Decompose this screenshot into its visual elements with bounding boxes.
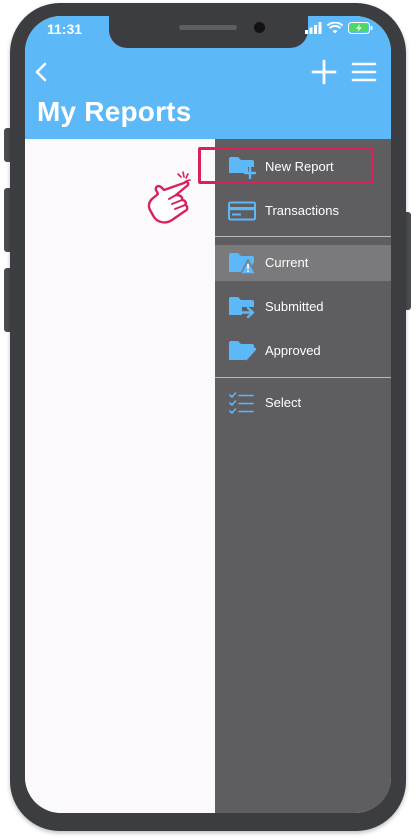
side-drawer-menu: New Report Transactions Current Submitte… — [215, 139, 391, 813]
menu-item-label: Select — [265, 395, 302, 410]
menu-item-label: Transactions — [265, 203, 339, 218]
notch — [109, 16, 308, 48]
menu-item-approved[interactable]: Approved — [215, 333, 391, 369]
app-header: 11:31 My Reports — [25, 16, 391, 139]
tutorial-highlight-box — [198, 147, 374, 184]
folder-warning-icon — [229, 253, 256, 275]
plus-icon — [311, 59, 337, 85]
chevron-left-icon — [35, 62, 47, 82]
menu-item-transactions[interactable]: Transactions — [215, 193, 391, 229]
menu-item-current[interactable]: Current — [215, 245, 391, 281]
hamburger-menu-icon — [351, 62, 377, 82]
reports-content-area[interactable] — [25, 139, 215, 813]
wifi-icon — [327, 22, 343, 34]
page-title: My Reports — [37, 96, 192, 127]
folder-arrow-icon — [229, 297, 255, 319]
stage: 11:31 My Reports New Report Transactions… — [0, 0, 416, 839]
front-camera — [254, 22, 265, 33]
menu-item-label: Approved — [265, 343, 321, 358]
phone-screen: 11:31 My Reports New Report Transactions… — [25, 16, 391, 813]
folder-check-icon — [229, 341, 256, 361]
status-icons — [305, 22, 373, 34]
back-button[interactable] — [29, 58, 53, 86]
checklist-icon — [229, 392, 254, 414]
speaker — [179, 25, 237, 30]
credit-card-icon — [228, 201, 256, 221]
menu-item-select[interactable]: Select — [215, 385, 391, 421]
pointing-hand-icon — [147, 171, 191, 224]
menu-divider — [215, 236, 391, 237]
status-time: 11:31 — [47, 21, 83, 37]
menu-divider — [215, 377, 391, 378]
menu-item-submitted[interactable]: Submitted — [215, 289, 391, 325]
menu-button[interactable] — [350, 59, 378, 85]
signal-icon — [305, 22, 322, 34]
menu-item-label: Current — [265, 255, 309, 270]
battery-charging-icon — [348, 22, 373, 34]
add-button[interactable] — [310, 58, 338, 86]
menu-item-label: Submitted — [265, 299, 324, 314]
